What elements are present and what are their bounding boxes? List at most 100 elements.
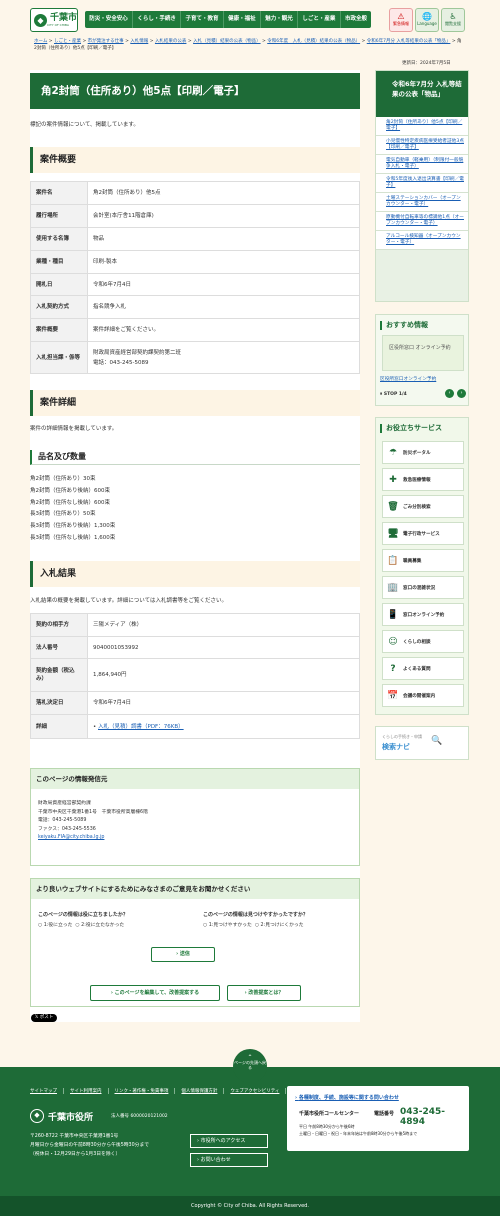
next-arrow-icon[interactable]: › <box>457 389 466 398</box>
table-row: 落札決定日 令和6年7月4日 <box>30 691 360 715</box>
footer-link[interactable]: 個人情報保護方針 <box>175 1088 225 1094</box>
table-row: 入札契約方式 指名競争入札 <box>30 295 360 319</box>
service-konzatsu[interactable]: 🏢 窓口の混雑状況 <box>382 576 464 599</box>
overview-table: 案件名 角2封筒（住所あり）他5点 履行場所 会計室(本庁舎11階倉庫) 使用する名… <box>30 181 360 374</box>
gnav-item-shigoto[interactable]: しごと・産業 <box>298 11 341 28</box>
table-row: 詳細 • 入札（見積）調書（PDF：76KB） <box>30 714 360 739</box>
sidebar-item[interactable]: 小児慢性特定疾病医療受給者証他3点【印刷／電子】 <box>376 136 468 155</box>
contact-address: 千葉市中央区千葉港1番1号 千葉市役所高層棟6階 <box>38 809 148 815</box>
breadcrumb-r6-7[interactable]: 令和6年7月分 入札等結果の公表「物品」 <box>367 39 451 44</box>
logo-sub: CITY OF CHIBA <box>47 22 69 27</box>
updated-date: 更新日：2024年7月5日 <box>402 61 451 66</box>
building-icon: 🏢 <box>387 582 399 593</box>
medical-icon: ✚ <box>389 474 397 485</box>
service-sodan[interactable]: ☺ くらしの相談 <box>382 630 464 653</box>
access-button[interactable]: › 市役所へのアクセス <box>190 1134 268 1148</box>
table-row: 契約の相手方 三陽メディア（株） <box>30 613 360 637</box>
sidebar-item[interactable]: 原動機付自転車等の標識他1点（オープンカウンター・電子） <box>376 212 468 231</box>
service-gomi[interactable]: 🗑 ごみ分別検索 <box>382 495 464 518</box>
service-shokuin[interactable]: 📋 職員募集 <box>382 549 464 572</box>
service-bousai[interactable]: ☂ 防災ポータル <box>382 441 464 464</box>
sidebar-item[interactable]: 令和5年度後入退出決算書【印刷／電子】 <box>376 174 468 193</box>
contact-fax: ファクス：043-245-5536 <box>38 826 96 832</box>
contact-heading: このページの情報発信元 <box>31 769 359 789</box>
service-yoyaku[interactable]: 📱 窓口オンライン予約 <box>382 603 464 626</box>
prev-arrow-icon[interactable]: ‹ <box>445 389 454 398</box>
sidebar-item[interactable]: アルコール検知器（オープンカウンター・電子） <box>376 231 468 250</box>
footer-org: 千葉市役所 <box>48 1112 94 1123</box>
language-button[interactable]: 🌐 Language <box>415 8 439 32</box>
page-top-button[interactable]: ⌃ ページの先頭へ戻る <box>233 1049 267 1083</box>
globe-icon: 🌐 <box>422 12 432 21</box>
table-row: 履行場所 会計室(本庁舎11階倉庫) <box>30 204 360 228</box>
submit-button[interactable]: › 送信 <box>151 947 215 962</box>
search-navi-banner[interactable]: くらしの手続き・申請 検索ナビ 🔍 <box>375 726 469 760</box>
breadcrumb-hacchu[interactable]: 市が発注する仕事 <box>88 39 124 44</box>
table-row: 法人番号 9040001053992 <box>30 636 360 659</box>
breadcrumb-kekka[interactable]: 入札結果の公表 <box>155 39 187 44</box>
search-navi-label: 検索ナビ <box>382 743 410 751</box>
contact-dept: 財政局資産経営部契約課 <box>38 801 91 806</box>
contact-tel: 電話：043-245-5089 <box>38 818 87 824</box>
items-list: 角2封筒（住所あり）30束 角2封筒（住所あり後納）600束 角2封筒（住所なし… <box>30 474 115 545</box>
survey-q2: このページの情報は見つけやすかったですか？ <box>203 912 308 918</box>
city-emblem-icon: ◆ <box>30 1109 44 1123</box>
corporate-number: 法人番号 6000020121002 <box>111 1114 168 1119</box>
footer-link[interactable]: サイト利用案内 <box>64 1088 109 1094</box>
clipboard-icon: 📋 <box>387 555 399 566</box>
sidebar-nav-title: 令和6年7月分 入札等結果の公表「物品」 <box>376 71 468 117</box>
service-kyukyu[interactable]: ✚ 救急医療情報 <box>382 468 464 491</box>
gnav-item-kurashi[interactable]: くらし・手続き <box>133 11 182 28</box>
contact-box: このページの情報発信元 財政局資産経営部契約課 千葉市中央区千葉港1番1号 千葉… <box>30 768 360 866</box>
accessibility-icon: ♿ <box>449 12 457 21</box>
accessibility-button[interactable]: ♿ 閲覧支援 <box>441 8 465 32</box>
breadcrumb-buppin[interactable]: 入札（見積）結果の公表（物品） <box>193 39 261 44</box>
inquiry-button[interactable]: › お問い合わせ <box>190 1153 268 1167</box>
footer-hours-note: （祝休日・12月29日から1月3日を除く） <box>30 1152 121 1157</box>
carousel-stop[interactable]: ⏸ STOP 1/4 <box>380 391 407 397</box>
list-item: 角2封筒（住所あり）30束 <box>30 476 96 482</box>
person-icon: ☺ <box>388 636 398 647</box>
sidebar-item[interactable]: 電気自動車（軽乗用）（制限付一般競争入札・電子） <box>376 155 468 174</box>
breadcrumb-nyusatsu[interactable]: 入札情報 <box>130 39 148 44</box>
services-panel: お役立ちサービス ☂ 防災ポータル ✚ 救急医療情報 🗑 ごみ分別検索 🖥 電子行政サー… <box>375 417 469 715</box>
service-denshi[interactable]: 🖥 電子行政サービス <box>382 522 464 545</box>
breadcrumb-r6[interactable]: 令和6年度 入札（見積）結果の公表（物品） <box>267 39 360 44</box>
sidebar-nav: 令和6年7月分 入札等結果の公表「物品」 角2封筒（住所あり）他5点【印刷／電子… <box>375 70 469 302</box>
page-title: 角2封筒（住所あり）他5点【印刷／電子】 <box>30 73 360 109</box>
gnav-item-kosodate[interactable]: 子育て・教育 <box>181 11 224 28</box>
list-item: 角2封筒（住所あり後納）600束 <box>30 487 110 494</box>
about-proposal-button[interactable]: › 改善提案とは？ <box>227 985 301 1001</box>
footer-hours: 月曜日から金曜日の午前8時30分から午後5時30分まで <box>30 1143 150 1148</box>
footer-address: 〒260-8722 千葉市中央区千葉港1番1号 <box>30 1134 119 1139</box>
callcenter-link[interactable]: › 各種制度、手続、施設等に関する問い合わせ <box>295 1094 399 1101</box>
footer-link[interactable]: ウェブアクセシビリティ <box>224 1088 287 1094</box>
search-navi-illust-icon: 🔍 <box>431 736 443 746</box>
edit-proposal-button[interactable]: › このページを編集して、改善提案する <box>90 985 220 1001</box>
table-row: 開札日 令和6年7月4日 <box>30 273 360 296</box>
detail-text: 案件の詳細情報を掲載しています。 <box>30 426 118 432</box>
footer-link[interactable]: サイトマップ <box>30 1088 64 1094</box>
emergency-button[interactable]: ⚠ 緊急情報 <box>389 8 413 32</box>
gnav-item-kenko[interactable]: 健康・福祉 <box>224 11 261 28</box>
breadcrumb-shigoto[interactable]: しごと・産業 <box>54 39 81 44</box>
copyright: Copyright © City of Chiba. All Rights Re… <box>0 1196 500 1216</box>
sidebar-item-current[interactable]: 角2封筒（住所あり）他5点【印刷／電子】 <box>376 117 468 136</box>
recommend-link[interactable]: 区役所窓口オンライン予約 <box>380 376 436 382</box>
service-faq[interactable]: ? よくある質問 <box>382 657 464 680</box>
gnav-item-miryoku[interactable]: 魅力・観光 <box>261 11 299 28</box>
breadcrumb-home[interactable]: ホーム <box>34 39 47 44</box>
q2-option-2-radio[interactable]: ○ <box>253 923 260 928</box>
recommend-title: おすすめ情報 <box>380 321 468 330</box>
pdf-link[interactable]: 入札（見積）調書（PDF：76KB） <box>98 724 184 730</box>
sidebar-item[interactable]: 土曜ステーションカバー（オープンカウンター・電子） <box>376 193 468 212</box>
recommend-banner[interactable]: 区役所窓口 オンライン予約 <box>382 335 464 371</box>
service-kaigi[interactable]: 📅 会議の開催案内 <box>382 684 464 707</box>
gnav-item-bousai[interactable]: 防災・安全安心 <box>85 11 134 28</box>
city-logo[interactable]: ◆ 千葉市 CITY OF CHIBA <box>30 8 78 32</box>
question-icon: ? <box>390 663 396 674</box>
footer-link[interactable]: リンク・著作権・免責事項 <box>109 1088 176 1094</box>
gnav-item-shisei[interactable]: 市政全般 <box>341 11 372 28</box>
x-post-button[interactable]: 𝕏 ポスト <box>31 1014 57 1022</box>
contact-email[interactable]: keiyaku.FIA@city.chiba.lg.jp <box>38 834 148 843</box>
